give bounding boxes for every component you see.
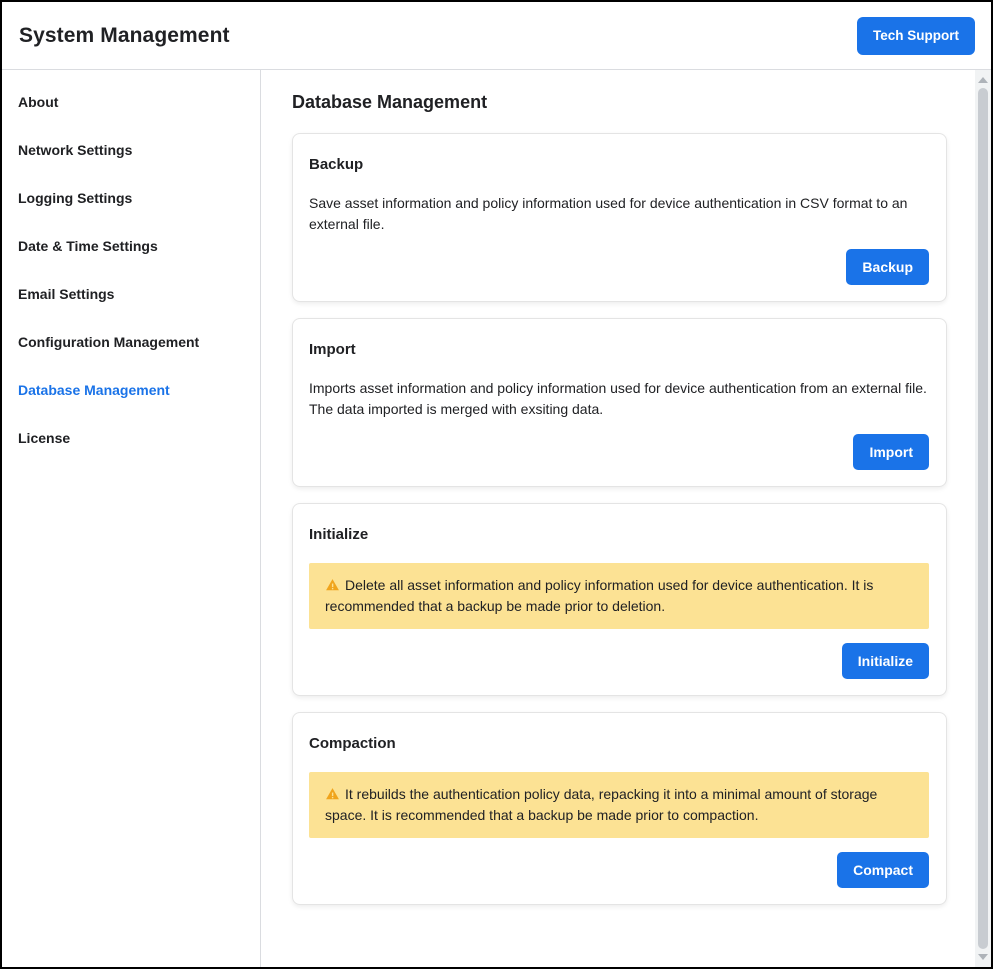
sidebar: About Network Settings Logging Settings … — [2, 70, 261, 967]
backup-button[interactable]: Backup — [846, 249, 929, 285]
card-title: Backup — [309, 156, 929, 173]
warning-text: It rebuilds the authentication policy da… — [325, 786, 877, 823]
sidebar-item-configuration-management[interactable]: Configuration Management — [2, 318, 260, 366]
page-title: System Management — [19, 24, 230, 48]
card-description: Imports asset information and policy inf… — [309, 378, 929, 420]
card-import: Import Imports asset information and pol… — [292, 318, 947, 487]
tech-support-button[interactable]: Tech Support — [857, 17, 975, 55]
warning-triangle-icon — [325, 787, 340, 801]
warning-text: Delete all asset information and policy … — [325, 577, 873, 614]
sidebar-item-date-time-settings[interactable]: Date & Time Settings — [2, 222, 260, 270]
card-description: Save asset information and policy inform… — [309, 193, 929, 235]
scrollbar-thumb[interactable] — [978, 88, 988, 949]
scroll-down-button[interactable] — [978, 954, 988, 960]
card-actions: Compact — [309, 852, 929, 888]
sidebar-item-database-management[interactable]: Database Management — [2, 366, 260, 414]
card-compaction: Compaction It rebuilds the authenticatio… — [292, 712, 947, 905]
card-backup: Backup Save asset information and policy… — [292, 133, 947, 302]
card-actions: Backup — [309, 249, 929, 285]
vertical-scrollbar[interactable] — [975, 70, 991, 967]
card-initialize: Initialize Delete all asset information … — [292, 503, 947, 696]
sidebar-item-logging-settings[interactable]: Logging Settings — [2, 174, 260, 222]
sidebar-item-network-settings[interactable]: Network Settings — [2, 126, 260, 174]
sidebar-item-email-settings[interactable]: Email Settings — [2, 270, 260, 318]
compact-button[interactable]: Compact — [837, 852, 929, 888]
sidebar-item-about[interactable]: About — [2, 78, 260, 126]
card-title: Import — [309, 341, 929, 358]
scroll-up-button[interactable] — [978, 77, 988, 83]
sidebar-item-license[interactable]: License — [2, 414, 260, 462]
import-button[interactable]: Import — [853, 434, 929, 470]
section-heading: Database Management — [292, 92, 947, 113]
card-actions: Initialize — [309, 643, 929, 679]
warning-banner: It rebuilds the authentication policy da… — [309, 772, 929, 838]
card-title: Compaction — [309, 735, 929, 752]
app-header: System Management Tech Support — [2, 2, 991, 70]
warning-triangle-icon — [325, 578, 340, 592]
card-title: Initialize — [309, 526, 929, 543]
main-content: Database Management Backup Save asset in… — [261, 70, 975, 967]
warning-banner: Delete all asset information and policy … — [309, 563, 929, 629]
app-window: System Management Tech Support About Net… — [0, 0, 993, 969]
card-actions: Import — [309, 434, 929, 470]
body-row: About Network Settings Logging Settings … — [2, 70, 991, 967]
initialize-button[interactable]: Initialize — [842, 643, 929, 679]
